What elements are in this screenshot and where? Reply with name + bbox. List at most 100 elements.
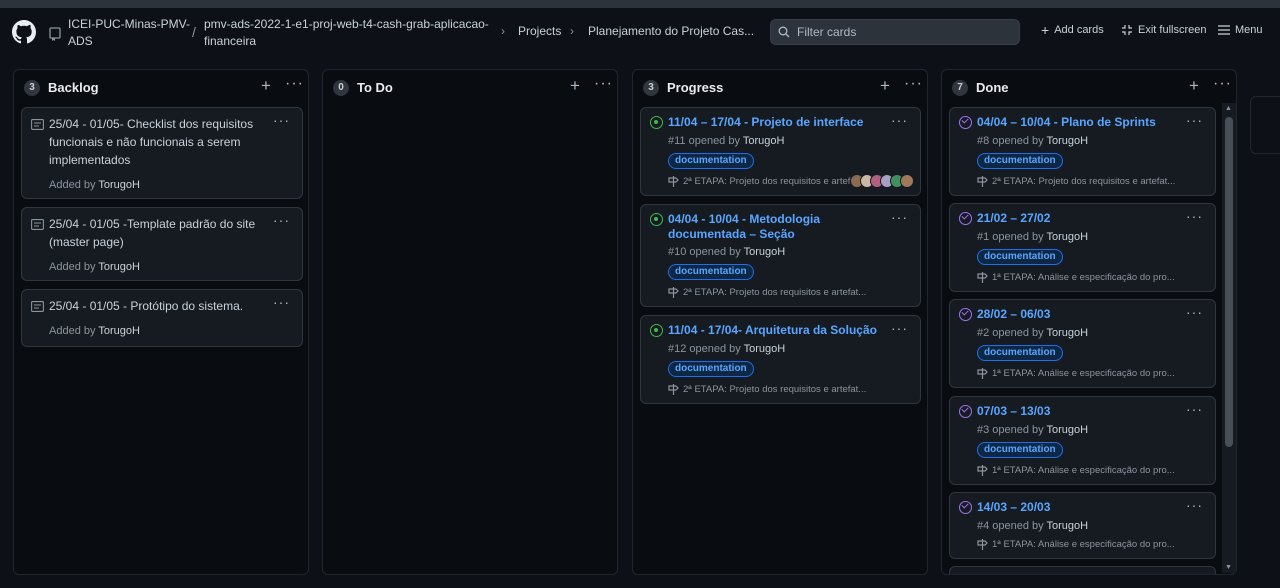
add-cards-button[interactable]: + Add cards: [1041, 23, 1104, 37]
breadcrumb-project-name[interactable]: Planejamento do Projeto Cas...: [588, 24, 754, 38]
author-link[interactable]: TorugoH: [98, 179, 140, 191]
column-count: 3: [24, 80, 40, 96]
author-link[interactable]: TorugoH: [1047, 520, 1089, 532]
repo-owner-link[interactable]: ICEI-PUC-Minas-PMV-ADS: [68, 16, 193, 50]
milestone[interactable]: 2ª ETAPA: Projeto dos requisitos e artef…: [668, 287, 866, 298]
menu-button[interactable]: Menu: [1218, 24, 1263, 36]
author-link[interactable]: TorugoH: [1047, 327, 1089, 339]
add-card-icon[interactable]: +: [1189, 76, 1199, 96]
note-card[interactable]: 25/04 - 01/05- Checklist dos requisitos …: [21, 107, 303, 199]
github-logo-icon[interactable]: [12, 20, 36, 44]
issue-title-link[interactable]: 21/02 – 27/02: [977, 211, 1187, 226]
label-documentation[interactable]: documentation: [668, 264, 754, 280]
label-documentation[interactable]: documentation: [977, 345, 1063, 361]
scroll-down-arrow-icon[interactable]: ▼: [1225, 564, 1232, 571]
column-more-icon[interactable]: ···: [594, 75, 613, 93]
card-more-icon[interactable]: ···: [891, 112, 908, 128]
note-card[interactable]: 25/04 - 01/05 - Protótipo do sistema. Ad…: [21, 289, 303, 347]
issue-number: #2 opened by: [977, 327, 1044, 339]
card-more-icon[interactable]: ···: [1186, 304, 1203, 320]
scrollbar-thumb[interactable]: [1225, 117, 1233, 447]
issue-meta: #11 opened by TorugoH: [668, 135, 784, 147]
milestone-text: 1ª ETAPA: Análise e especificação do pro…: [992, 368, 1175, 379]
avatar[interactable]: [900, 174, 914, 188]
breadcrumb-projects[interactable]: Projects: [518, 24, 561, 38]
column-more-icon[interactable]: ···: [904, 75, 923, 93]
card-more-icon[interactable]: ···: [273, 294, 290, 310]
card-more-icon[interactable]: ···: [1186, 401, 1203, 417]
issue-card-partial[interactable]: [949, 566, 1216, 574]
column-more-icon[interactable]: ···: [1213, 75, 1232, 93]
issue-card[interactable]: 11/04 – 17/04 - Projeto de interface #11…: [640, 107, 921, 196]
issue-card[interactable]: 21/02 – 27/02 #1 opened by TorugoH docum…: [949, 203, 1216, 292]
project-header: ICEI-PUC-Minas-PMV-ADS / pmv-ads-2022-1-…: [0, 8, 1280, 60]
added-by: Added by TorugoH: [49, 261, 140, 273]
milestone[interactable]: 1ª ETAPA: Análise e especificação do pro…: [977, 465, 1175, 476]
card-more-icon[interactable]: ···: [891, 209, 908, 225]
card-more-icon[interactable]: ···: [1186, 112, 1203, 128]
column-title: Done: [976, 80, 1009, 95]
issue-meta: #3 opened by TorugoH: [977, 424, 1088, 436]
milestone[interactable]: 2ª ETAPA: Projeto dos requisitos e artef…: [668, 384, 866, 395]
label-documentation[interactable]: documentation: [977, 249, 1063, 265]
label-documentation[interactable]: documentation: [668, 361, 754, 377]
author-link[interactable]: TorugoH: [98, 325, 140, 337]
issue-card[interactable]: 11/04 - 17/04- Arquitetura da Solução #1…: [640, 315, 921, 404]
label-documentation[interactable]: documentation: [977, 442, 1063, 458]
card-more-icon[interactable]: ···: [891, 320, 908, 336]
issue-title-link[interactable]: 11/04 – 17/04 - Projeto de interface: [668, 115, 878, 130]
issue-title-link[interactable]: 28/02 – 06/03: [977, 307, 1187, 322]
issue-card[interactable]: 04/04 - 10/04 - Metodologia documentada …: [640, 204, 921, 307]
issue-closed-icon: [959, 308, 972, 321]
added-by-prefix: Added by: [49, 325, 96, 337]
author-link[interactable]: TorugoH: [744, 246, 786, 258]
label-documentation[interactable]: documentation: [668, 153, 754, 169]
issue-meta: #4 opened by TorugoH: [977, 520, 1088, 532]
issue-title-link[interactable]: 14/03 – 20/03: [977, 500, 1187, 515]
card-more-icon[interactable]: ···: [273, 212, 290, 228]
column-scrollbar[interactable]: ▲ ▼: [1222, 103, 1236, 573]
add-card-icon[interactable]: +: [880, 76, 890, 96]
scroll-up-arrow-icon[interactable]: ▲: [1225, 105, 1232, 112]
note-card[interactable]: 25/04 - 01/05 -Template padrão do site (…: [21, 207, 303, 281]
issue-title-link[interactable]: 04/04 – 10/04 - Plano de Sprints: [977, 115, 1187, 130]
author-link[interactable]: TorugoH: [1047, 424, 1089, 436]
issue-title-link[interactable]: 04/04 - 10/04 - Metodologia documentada …: [668, 212, 868, 242]
column-header: 3 Progress + ···: [633, 70, 927, 106]
issue-title-link[interactable]: 11/04 - 17/04- Arquitetura da Solução: [668, 323, 878, 338]
milestone[interactable]: 2ª ETAPA: Projeto dos requisitos e artef…: [977, 176, 1175, 187]
label-documentation[interactable]: documentation: [977, 153, 1063, 169]
issue-card[interactable]: 28/02 – 06/03 #2 opened by TorugoH docum…: [949, 299, 1216, 388]
issue-card[interactable]: 04/04 – 10/04 - Plano de Sprints #8 open…: [949, 107, 1216, 196]
column-backlog: 3 Backlog + ··· 25/04 - 01/05- Checklist…: [13, 69, 309, 575]
author-link[interactable]: TorugoH: [743, 135, 785, 147]
milestone[interactable]: 2ª ETAPA: Projeto dos requisitos e artef…: [668, 176, 858, 187]
issue-number: #1 opened by: [977, 231, 1044, 243]
chevron-right-icon: ›: [501, 24, 505, 38]
filter-cards-input[interactable]: [770, 19, 1020, 45]
add-cards-label: Add cards: [1054, 24, 1104, 36]
chevron-right-icon: ›: [570, 24, 574, 38]
add-card-icon[interactable]: +: [570, 76, 580, 96]
card-more-icon[interactable]: ···: [273, 112, 290, 128]
author-link[interactable]: TorugoH: [744, 343, 786, 355]
author-link[interactable]: TorugoH: [1047, 135, 1089, 147]
author-link[interactable]: TorugoH: [1047, 231, 1089, 243]
card-more-icon[interactable]: ···: [1186, 497, 1203, 513]
repo-name-link[interactable]: pmv-ads-2022-1-e1-proj-web-t4-cash-grab-…: [204, 16, 494, 50]
milestone[interactable]: 1ª ETAPA: Análise e especificação do pro…: [977, 368, 1175, 379]
exit-fullscreen-button[interactable]: Exit fullscreen: [1121, 24, 1206, 36]
milestone[interactable]: 1ª ETAPA: Análise e especificação do pro…: [977, 272, 1175, 283]
card-more-icon[interactable]: ···: [1186, 208, 1203, 224]
assignee-avatars[interactable]: [850, 174, 914, 188]
hamburger-icon: [1218, 25, 1230, 35]
issue-card[interactable]: 07/03 – 13/03 #3 opened by TorugoH docum…: [949, 396, 1216, 485]
issue-title-link[interactable]: 07/03 – 13/03: [977, 404, 1187, 419]
milestone[interactable]: 1ª ETAPA: Análise e especificação do pro…: [977, 539, 1175, 550]
column-count: 7: [952, 80, 968, 96]
column-header: 0 To Do + ···: [323, 70, 617, 106]
column-more-icon[interactable]: ···: [285, 75, 304, 93]
issue-card[interactable]: 14/03 – 20/03 #4 opened by TorugoH 1ª ET…: [949, 492, 1216, 559]
add-card-icon[interactable]: +: [261, 76, 271, 96]
author-link[interactable]: TorugoH: [98, 261, 140, 273]
